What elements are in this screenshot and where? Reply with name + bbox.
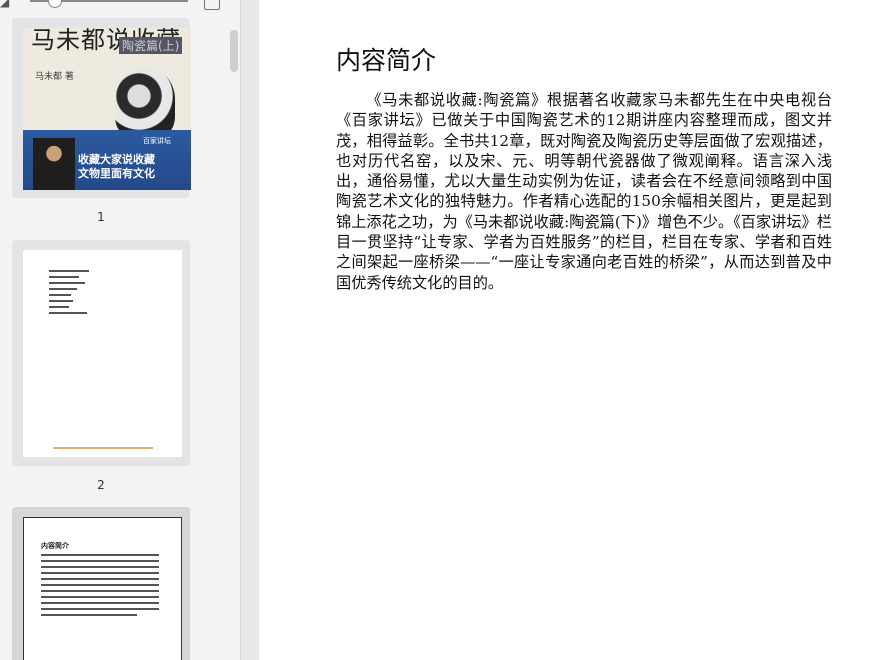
document-body: 《马未都说收藏:陶瓷篇》根据著名收藏家马未都先生在中央电视台《百家讲坛》已做关于…	[336, 90, 832, 293]
slider-handle[interactable]	[48, 0, 62, 8]
zoom-out-icon[interactable]: ◢	[0, 0, 12, 8]
page-3-thumbnail[interactable]: 内容简介	[23, 517, 182, 660]
cover-band-badge: 百家讲坛	[143, 137, 171, 145]
thumbnail-title: 内容简介	[41, 542, 69, 550]
cover-author: 马未都 著	[35, 72, 74, 82]
body-paragraph: 《马未都说收藏:陶瓷篇》根据著名收藏家马未都先生在中央电视台《百家讲坛》已做关于…	[336, 91, 832, 292]
thumbnail-toolbar: ◢	[0, 0, 240, 16]
document-page: 内容简介 《马未都说收藏:陶瓷篇》根据著名收藏家马未都先生在中央电视台《百家讲坛…	[259, 0, 879, 660]
vase-image	[115, 68, 175, 138]
sidebar-divider[interactable]	[240, 0, 259, 660]
page-footer	[53, 447, 153, 449]
page-number-label: 1	[97, 210, 105, 224]
page-title: 内容简介	[336, 46, 437, 75]
page-number-label: 2	[97, 478, 105, 492]
thumbnail-sidebar: ◢ 马未都说收藏 陶瓷篇(上) 马未都 著 百家讲坛 收藏大家说收藏 文物里面有…	[0, 0, 240, 660]
sidebar-scrollbar[interactable]	[230, 30, 238, 72]
cover-subtitle: 陶瓷篇(上)	[119, 37, 183, 54]
cover-band-text: 收藏大家说收藏 文物里面有文化	[78, 153, 155, 180]
cover-thumbnail[interactable]: 马未都说收藏 陶瓷篇(上) 马未都 著 百家讲坛 收藏大家说收藏 文物里面有文化	[23, 28, 191, 190]
page-2-thumbnail[interactable]	[23, 250, 182, 457]
zoom-in-icon[interactable]	[204, 0, 220, 10]
author-photo	[33, 138, 75, 190]
